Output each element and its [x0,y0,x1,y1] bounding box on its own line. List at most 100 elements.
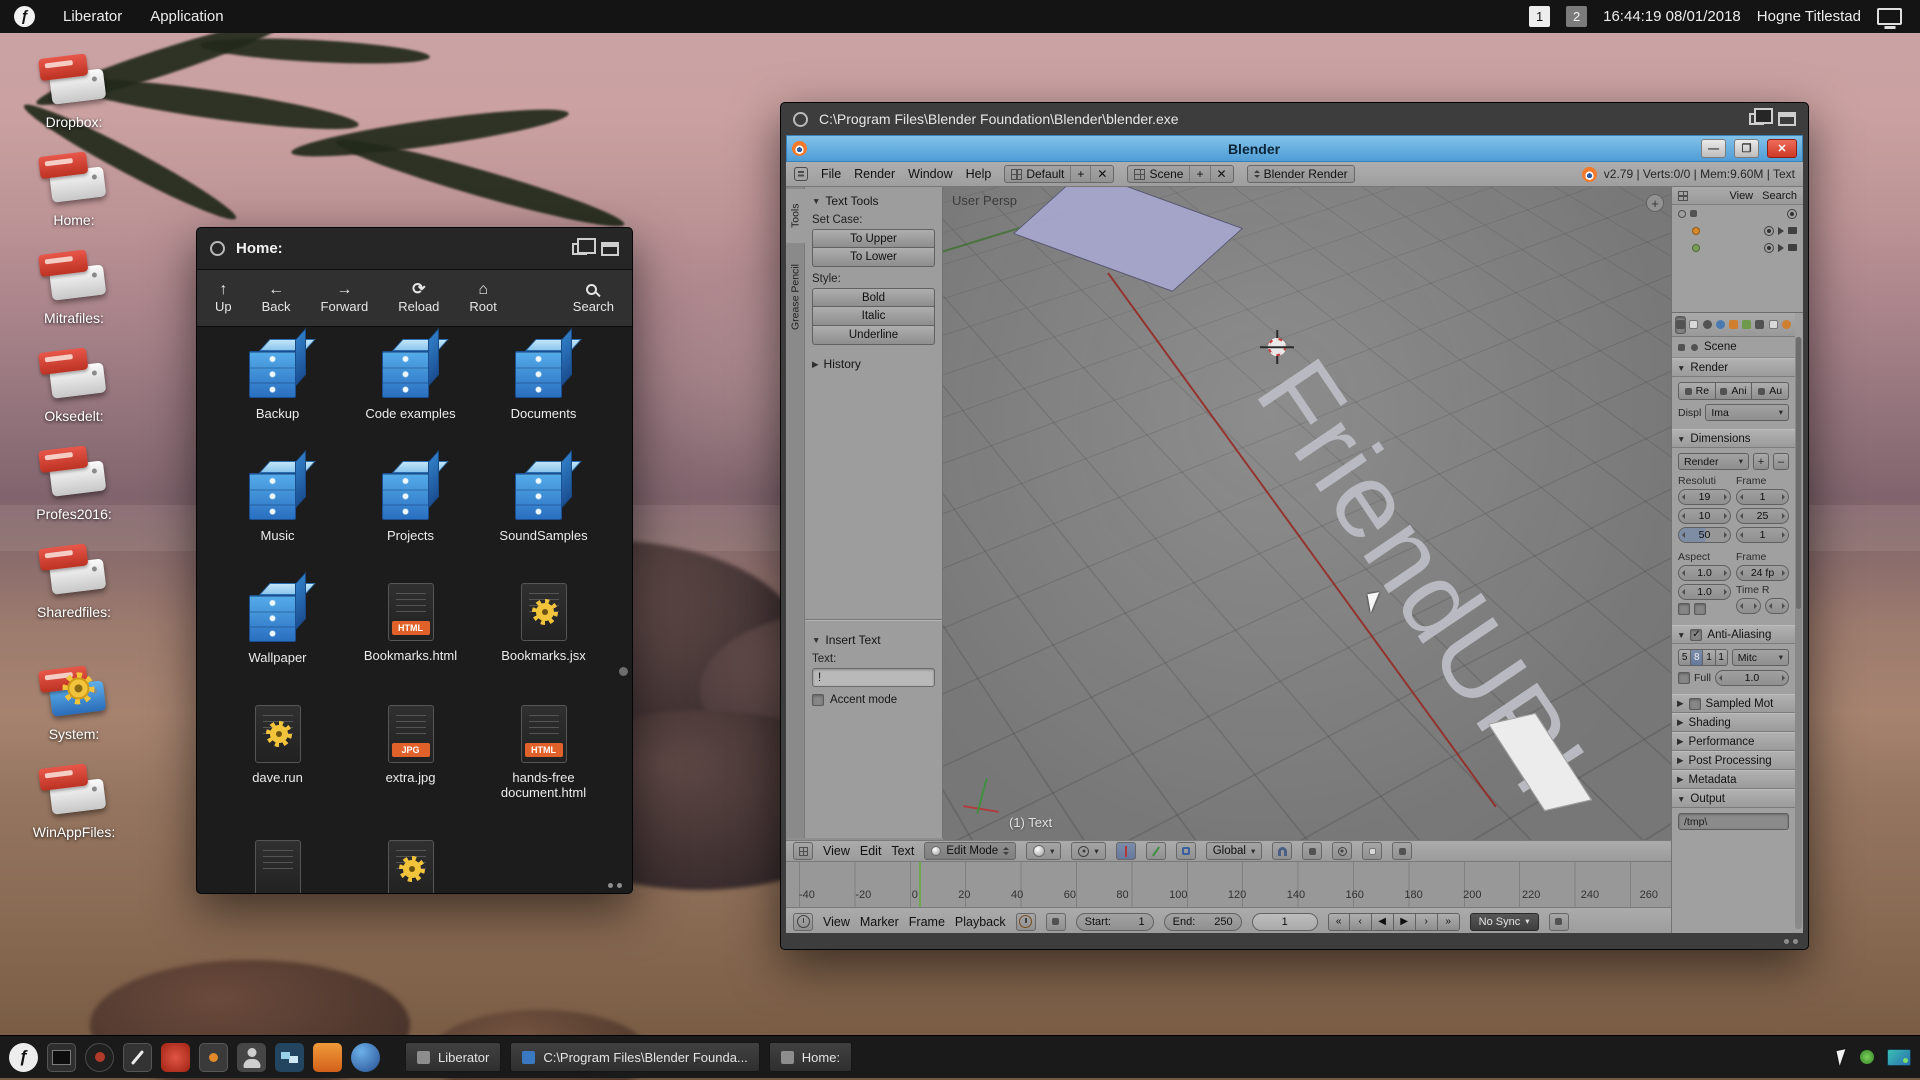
screenshot-app-icon[interactable] [313,1043,342,1072]
pivot-point-dropdown[interactable]: ▾ [1071,842,1105,860]
utility-app-icon[interactable] [199,1043,228,1072]
manipulator-translate-button[interactable] [1116,842,1136,860]
play-button[interactable]: ▶ [1394,913,1416,931]
audio-button[interactable]: Au [1752,382,1789,400]
screen-layout-selector[interactable]: Default + ✕ [1004,165,1114,183]
performance-panel-header[interactable]: ▶ Performance [1672,732,1795,751]
frame-end-field[interactable]: End:250 [1164,913,1242,931]
tab-object-icon[interactable] [1728,316,1739,334]
window-resize-handle[interactable] [1784,939,1798,944]
dimensions-panel-header[interactable]: ▼ Dimensions [1672,429,1795,448]
render-preset-dropdown[interactable]: Render ▾ [1678,453,1749,470]
file-item-code-examples[interactable]: Code examples [344,339,477,461]
properties-region-toggle[interactable]: + [1646,194,1664,212]
anti-aliasing-checkbox[interactable]: ✓ [1690,629,1702,641]
resolution-percentage-slider[interactable]: 50 [1678,527,1731,543]
outliner-row[interactable] [1672,222,1803,239]
use-preview-range-button[interactable] [1016,913,1036,931]
proportional-edit-button[interactable] [1332,842,1352,860]
insert-text-input[interactable] [812,668,935,687]
file-item-bookmarks-html[interactable]: HTML Bookmarks.html [344,583,477,705]
window-menu-icon[interactable] [793,112,808,127]
media-disc-icon[interactable] [85,1043,114,1072]
italic-button[interactable]: Italic [812,307,935,326]
frame-start-field[interactable]: 1 [1736,489,1789,505]
task-liberator[interactable]: Liberator [405,1042,501,1072]
snap-button[interactable] [1272,842,1292,860]
mode-dropdown[interactable]: Edit Mode [924,842,1016,860]
bold-button[interactable]: Bold [812,288,935,307]
tab-render-icon[interactable] [1675,316,1686,334]
output-path-field[interactable]: /tmp\ [1678,813,1789,830]
file-item-dave-run[interactable]: dave.run [211,705,344,840]
tab-tools[interactable]: Tools [786,189,805,243]
terminal-icon[interactable] [47,1043,76,1072]
menu-render[interactable]: Render [854,167,895,181]
add-scene-button[interactable]: + [1189,166,1209,182]
timeline-editor-icon[interactable] [793,913,813,931]
tab-grease-pencil[interactable]: Grease Pencil [786,247,805,347]
frame-start-field[interactable]: Start:1 [1076,913,1154,931]
properties-scrollbar[interactable] [1795,337,1802,929]
remove-layout-button[interactable]: ✕ [1090,166,1113,182]
desktop-icon-mitrafiles[interactable]: Mitrafiles: [12,251,136,326]
renderability-icon[interactable] [1788,244,1797,251]
desktop-icon-winappfiles[interactable]: WinAppFiles: [12,765,136,840]
file-item-partial[interactable] [211,840,344,893]
underline-button[interactable]: Underline [812,326,935,345]
file-item-backup[interactable]: Backup [211,339,344,461]
outliner-tab-view[interactable]: View [1729,190,1753,202]
displays-icon[interactable] [275,1043,304,1072]
properties-editor[interactable]: Scene ▼ Render Re Ani Au Displ Ima [1672,313,1803,933]
render-button[interactable]: Re [1678,382,1716,400]
workspace-1-button[interactable]: 1 [1529,6,1550,27]
timeline-menu-frame[interactable]: Frame [909,915,945,929]
text-tools-panel-header[interactable]: ▼ Text Tools [812,194,935,208]
file-manager-titlebar[interactable]: Home: [197,228,632,270]
next-keyframe-button[interactable]: › [1416,913,1438,931]
red-app-icon[interactable] [161,1043,190,1072]
selectability-icon[interactable] [1778,227,1784,235]
crop-checkbox[interactable] [1694,603,1706,615]
output-panel-header[interactable]: ▼ Output [1672,789,1795,808]
task-blender[interactable]: C:\Program Files\Blender Founda... [510,1042,759,1072]
frame-end-field[interactable]: 25 [1736,508,1789,524]
add-layout-button[interactable]: + [1070,166,1090,182]
render-border-button[interactable] [1362,842,1382,860]
audio-scrub-button[interactable] [1549,913,1569,931]
task-home[interactable]: Home: [769,1042,852,1072]
time-remap-old-field[interactable] [1736,598,1761,614]
cursor-3d-icon[interactable] [1265,335,1289,359]
viewport-menu-edit[interactable]: Edit [860,844,882,858]
to-lower-button[interactable]: To Lower [812,248,935,267]
viewport-menu-view[interactable]: View [823,844,850,858]
search-button[interactable]: Search [573,283,614,314]
remove-scene-button[interactable]: ✕ [1210,166,1233,182]
aspect-x-field[interactable]: 1.0 [1678,565,1731,581]
resolution-x-field[interactable]: 19 [1678,489,1731,505]
aa-samples-16-button[interactable]: 1 [1716,649,1728,666]
ozone-button[interactable] [1392,842,1412,860]
scene-selector[interactable]: Scene + ✕ [1127,165,1233,183]
file-item-partial[interactable] [344,840,477,893]
menu-liberator[interactable]: Liberator [63,8,122,25]
desktop-icon-sharedfiles[interactable]: Sharedfiles: [12,545,136,620]
viewport-editor-icon[interactable] [793,842,813,860]
tab-render-layers-icon[interactable] [1688,316,1699,334]
tab-constraints-icon[interactable] [1741,316,1752,334]
window-shade-icon[interactable] [601,242,619,256]
maximize-button[interactable]: ❐ [1734,139,1759,158]
workspace-2-button[interactable]: 2 [1566,6,1587,27]
up-button[interactable]: ↑ Up [215,282,232,314]
blender-app-titlebar[interactable]: Blender — ❐ ✕ [786,135,1803,162]
menu-file[interactable]: File [821,167,841,181]
tab-world-icon[interactable] [1715,316,1726,334]
screens-icon[interactable] [1877,8,1902,25]
aa-samples-8-button[interactable]: 8 [1691,649,1703,666]
file-item-wallpaper[interactable]: Wallpaper [211,583,344,705]
file-item-soundsamples[interactable]: SoundSamples [477,461,610,583]
current-frame-field[interactable]: 1 [1252,913,1318,931]
screen-share-icon[interactable] [1887,1049,1911,1066]
editor-type-icon[interactable] [794,167,808,181]
border-checkbox[interactable] [1678,603,1690,615]
